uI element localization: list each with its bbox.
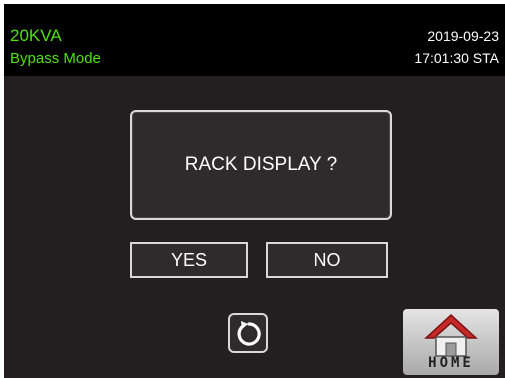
yes-button[interactable]: YES bbox=[130, 242, 248, 278]
home-button[interactable]: HOME bbox=[403, 309, 499, 375]
date-label: 2019-09-23 bbox=[427, 28, 499, 44]
no-label: NO bbox=[313, 249, 341, 270]
status-bar: 20KVA Bypass Mode 2019-09-23 17:01:30 ST… bbox=[4, 4, 505, 76]
dialog-message: RACK DISPLAY ? bbox=[184, 154, 338, 175]
home-label: HOME bbox=[428, 355, 474, 371]
time-label: 17:01:30 STA bbox=[414, 50, 499, 66]
confirm-dialog: RACK DISPLAY ? bbox=[130, 110, 392, 220]
house-icon bbox=[424, 313, 478, 357]
main-panel: RACK DISPLAY ? YES NO HOME bbox=[4, 76, 505, 378]
refresh-back-icon bbox=[237, 321, 261, 346]
no-button[interactable]: NO bbox=[266, 242, 388, 278]
yes-label: YES bbox=[170, 249, 208, 270]
model-label: 20KVA bbox=[10, 26, 62, 45]
device-screen: 20KVA Bypass Mode 2019-09-23 17:01:30 ST… bbox=[4, 4, 505, 378]
status-right: 2019-09-23 17:01:30 STA bbox=[414, 26, 499, 68]
back-button[interactable] bbox=[228, 313, 268, 353]
status-left: 20KVA Bypass Mode bbox=[10, 26, 101, 69]
mode-label: Bypass Mode bbox=[10, 50, 101, 67]
